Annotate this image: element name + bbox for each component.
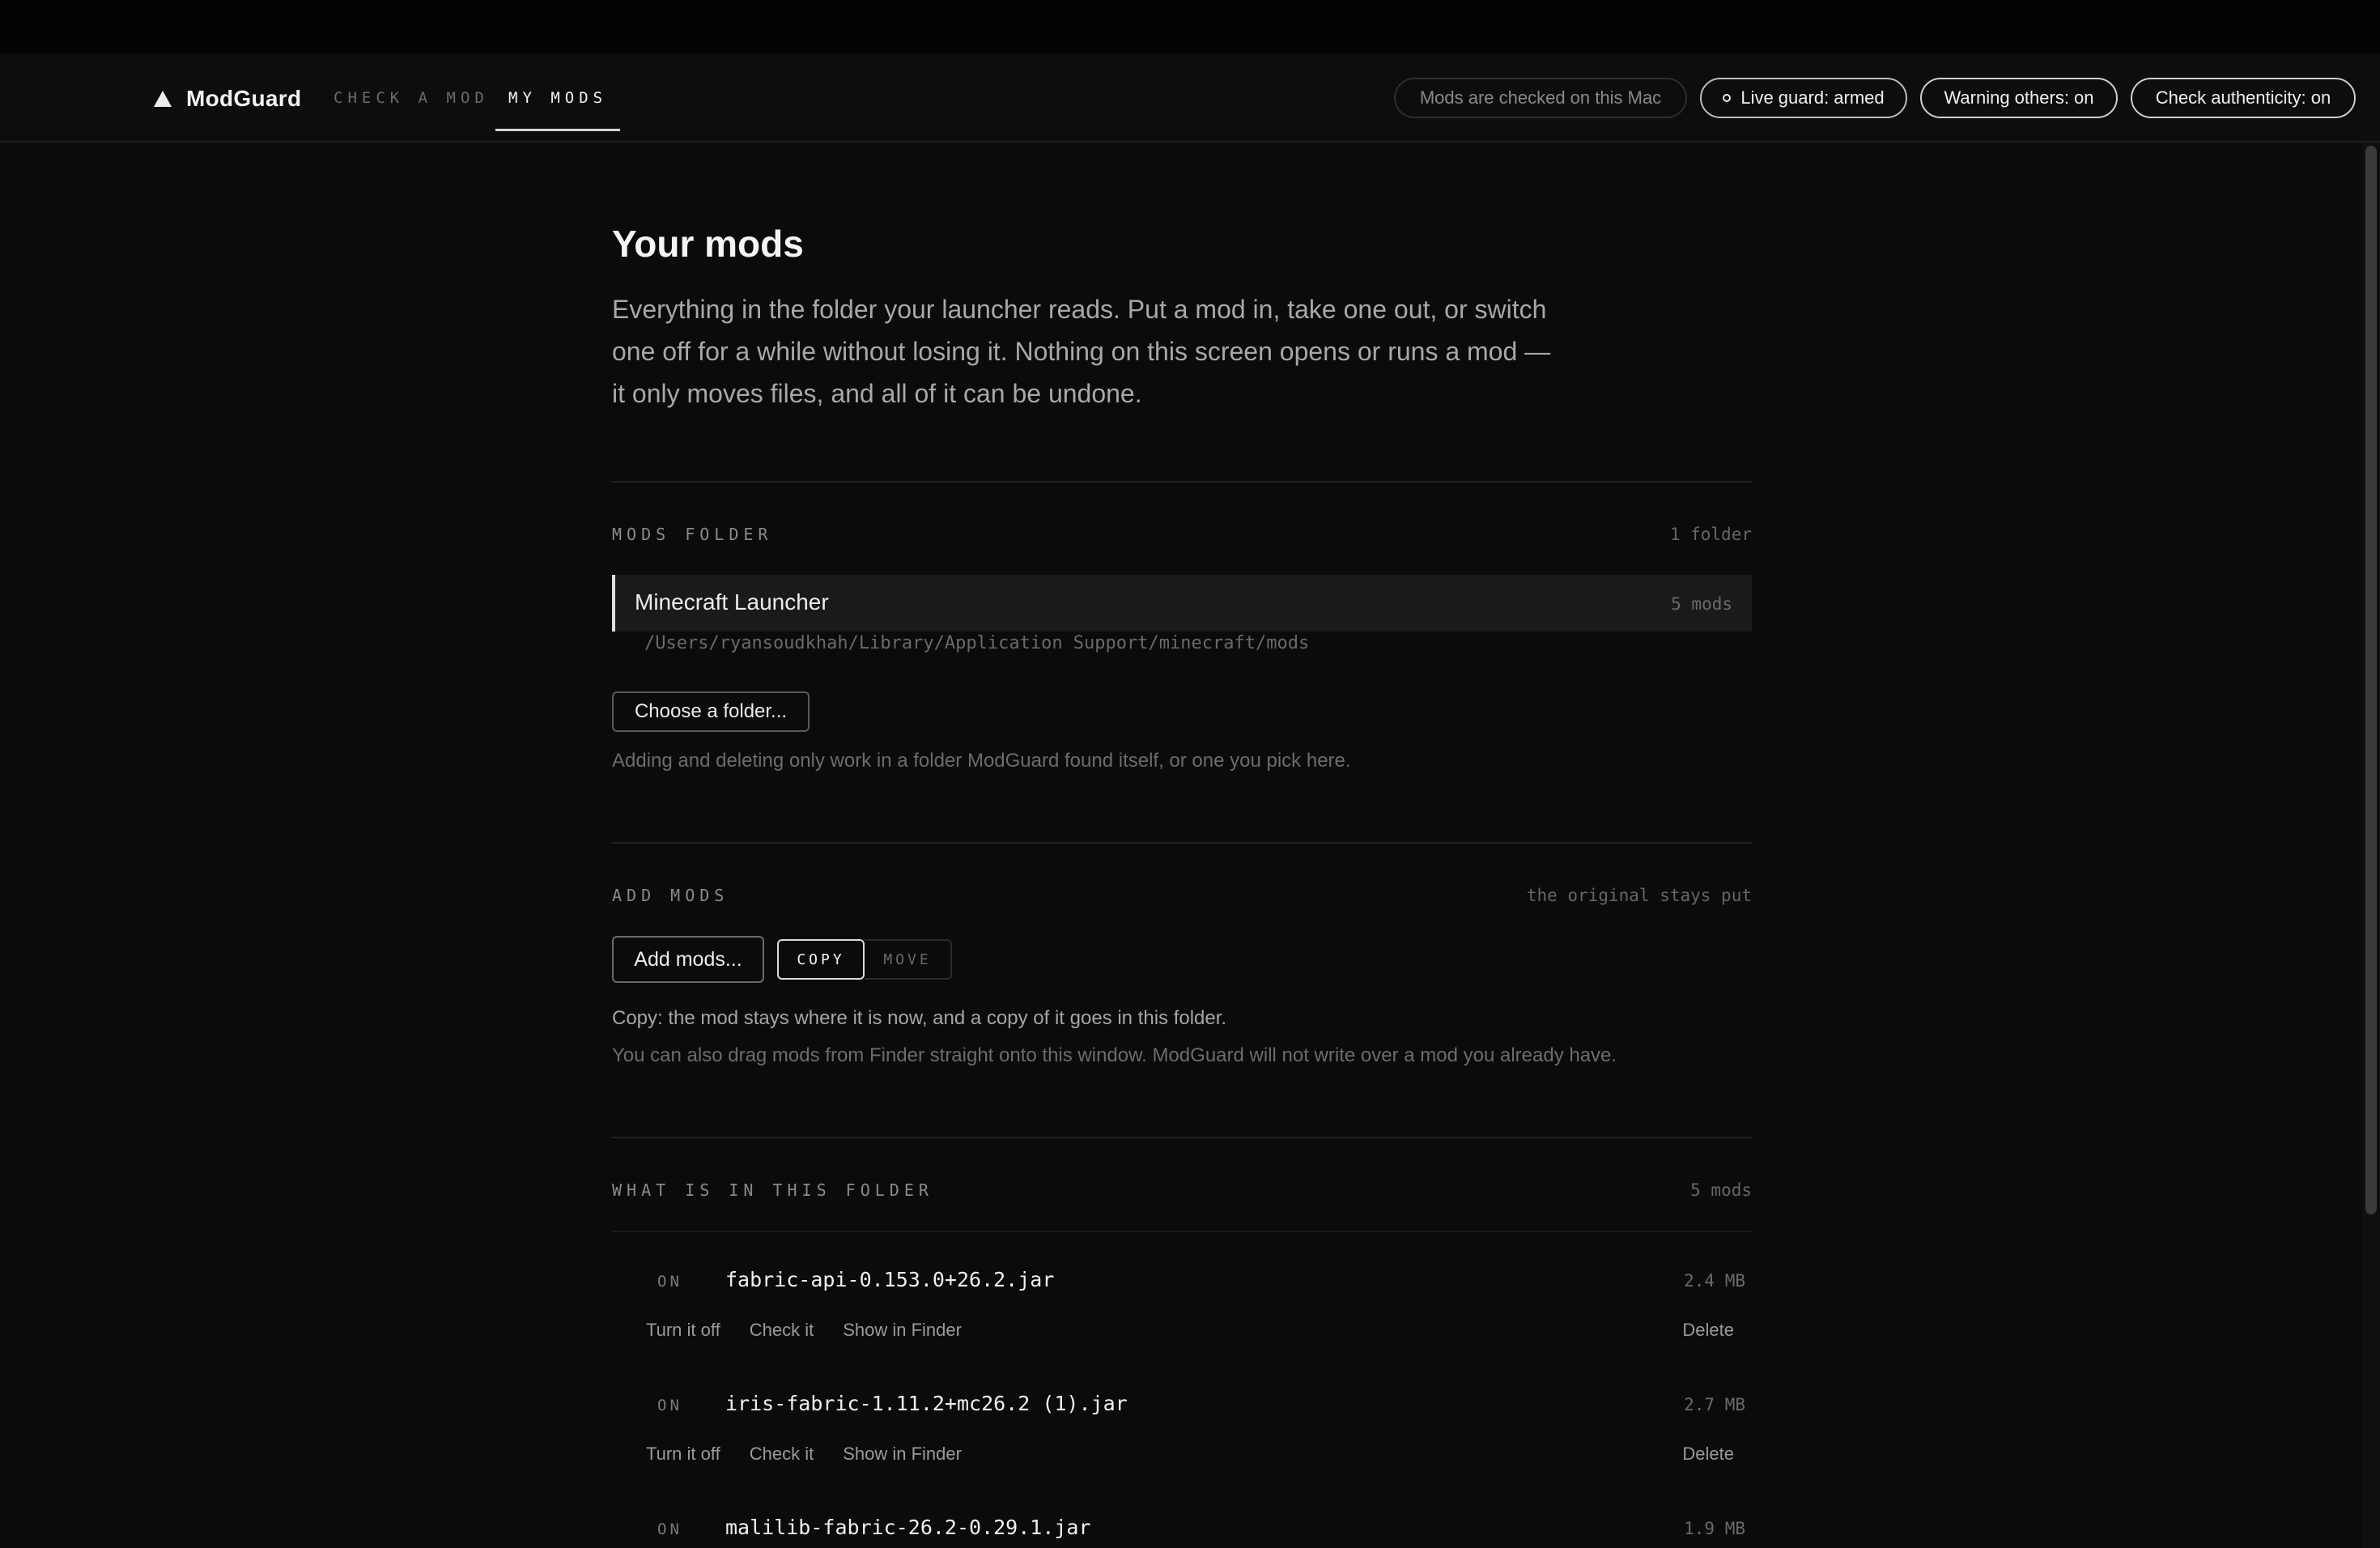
brand-name: ModGuard [186, 86, 302, 111]
folder-path: /Users/ryansoudkhah/Library/Application … [644, 633, 1310, 653]
mod-size: 2.4 MB [1684, 1271, 1745, 1291]
folder-contents-count: 5 mods [1690, 1180, 1752, 1200]
mod-name: iris-fabric-1.11.2+mc26.2 (1).jar [725, 1392, 1128, 1415]
page-title: Your mods [612, 223, 804, 265]
check-mod-button[interactable]: Check it [750, 1444, 814, 1465]
add-mods-meta: the original stays put [1526, 886, 1752, 905]
tab-check-a-mod-label: CHECK A MOD [334, 89, 489, 107]
mod-status: ON [657, 1397, 682, 1414]
mod-name: fabric-api-0.153.0+26.2.jar [725, 1268, 1055, 1291]
add-mods-button[interactable]: Add mods... [612, 936, 764, 983]
mods-folder-heading: MODS FOLDER [612, 525, 773, 544]
section-divider [612, 842, 1752, 844]
folder-contents-heading: WHAT IS IN THIS FOLDER [612, 1180, 933, 1200]
list-item: ON fabric-api-0.153.0+26.2.jar 2.4 MB Tu… [612, 1260, 1752, 1381]
mod-actions: Turn it off Check it Show in Finder [646, 1320, 962, 1341]
turn-off-button[interactable]: Turn it off [646, 1320, 720, 1341]
choose-folder-button[interactable]: Choose a folder... [612, 691, 810, 732]
drag-drop-hint: You can also drag mods from Finder strai… [612, 1044, 1617, 1066]
section-divider [612, 481, 1752, 483]
scrollbar-thumb[interactable] [2365, 146, 2377, 1214]
show-in-finder-button[interactable]: Show in Finder [843, 1320, 962, 1341]
folder-name: Minecraft Launcher [635, 589, 829, 615]
mod-name: malilib-fabric-26.2-0.29.1.jar [725, 1516, 1091, 1539]
copy-mode-note: Copy: the mod stays where it is now, and… [612, 1007, 1227, 1029]
show-in-finder-button[interactable]: Show in Finder [843, 1444, 962, 1465]
mod-size: 2.7 MB [1684, 1395, 1745, 1414]
folder-hint: Adding and deleting only work in a folde… [612, 750, 1351, 772]
folder-mod-count: 5 mods [1671, 594, 1732, 614]
warning-others-toggle[interactable]: Warning others: on [1920, 78, 2118, 118]
mod-status: ON [657, 1273, 682, 1291]
check-mod-button[interactable]: Check it [750, 1320, 814, 1341]
move-option[interactable]: MOVE [865, 939, 952, 980]
circle-status-icon [1723, 94, 1732, 102]
app-header: ModGuard CHECK A MOD MY MODS Mods are ch… [0, 53, 2380, 142]
tab-check-a-mod[interactable]: CHECK A MOD [334, 86, 489, 131]
check-authenticity-label: Check authenticity: on [2155, 87, 2331, 108]
turn-off-button[interactable]: Turn it off [646, 1444, 720, 1465]
check-authenticity-toggle[interactable]: Check authenticity: on [2131, 78, 2356, 118]
local-check-badge: Mods are checked on this Mac [1394, 78, 1687, 118]
list-item: ON iris-fabric-1.11.2+mc26.2 (1).jar 2.7… [612, 1384, 1752, 1505]
mods-folder-count: 1 folder [1669, 525, 1752, 544]
window-titlebar [0, 0, 2380, 53]
list-divider [612, 1231, 1752, 1232]
brand[interactable]: ModGuard [154, 83, 301, 115]
triangle-logo-icon [154, 91, 172, 107]
list-item: ON malilib-fabric-26.2-0.29.1.jar 1.9 MB [612, 1508, 1752, 1548]
copy-option[interactable]: COPY [777, 939, 865, 980]
local-check-badge-label: Mods are checked on this Mac [1419, 87, 1662, 108]
delete-mod-button[interactable]: Delete [1682, 1444, 1734, 1465]
add-mods-heading: ADD MODS [612, 886, 729, 905]
tab-my-mods[interactable]: MY MODS [495, 86, 621, 131]
folder-item-minecraft-launcher[interactable]: Minecraft Launcher 5 mods [612, 575, 1752, 632]
delete-mod-button[interactable]: Delete [1682, 1320, 1734, 1341]
live-guard-toggle[interactable]: Live guard: armed [1700, 78, 1907, 118]
mod-actions: Turn it off Check it Show in Finder [646, 1444, 962, 1465]
section-divider [612, 1137, 1752, 1138]
page-description: Everything in the folder your launcher r… [612, 295, 1551, 408]
mod-size: 1.9 MB [1684, 1519, 1745, 1538]
mod-status: ON [657, 1520, 682, 1538]
tab-my-mods-label: MY MODS [508, 89, 608, 107]
live-guard-label: Live guard: armed [1740, 87, 1885, 108]
copy-move-switch: COPY MOVE [777, 939, 952, 980]
warning-others-label: Warning others: on [1944, 87, 2094, 108]
